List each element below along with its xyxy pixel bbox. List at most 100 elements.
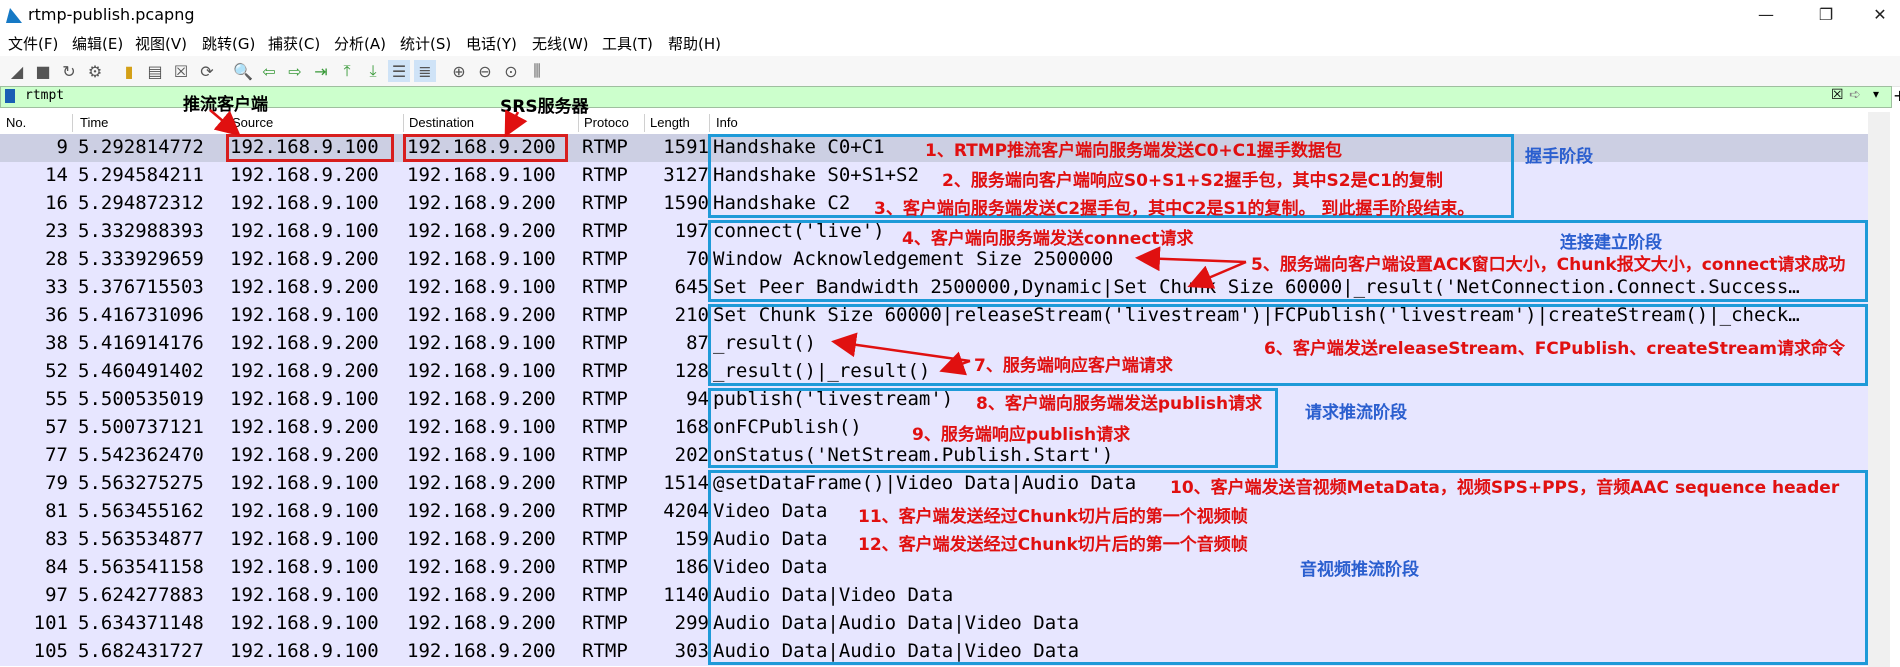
main-toolbar: ◢ ■ ↻ ⚙ ▮ ▤ ☒ ⟳ 🔍 ⇦ ⇨ ⇥ ⤒ ⤓ ☰ ≣ ⊕ ⊖ ⊙ ⫼: [0, 56, 1900, 87]
packet-source: 192.168.9.100: [230, 612, 379, 634]
menu-statistics[interactable]: 统计(S): [400, 33, 451, 54]
col-source[interactable]: Source: [232, 115, 273, 130]
col-protocol[interactable]: Protoco: [584, 115, 629, 130]
title-bar: rtmp-publish.pcapng — ❐ ✕: [0, 0, 1900, 30]
menu-wireless[interactable]: 无线(W): [532, 33, 589, 54]
packet-source: 192.168.9.100: [230, 500, 379, 522]
packet-destination: 192.168.9.200: [407, 304, 556, 326]
packet-no: 77: [45, 444, 68, 466]
packet-destination: 192.168.9.200: [407, 556, 556, 578]
go-to-packet-icon[interactable]: ⇥: [310, 60, 332, 82]
bookmark-icon[interactable]: [5, 89, 15, 103]
go-forward-icon[interactable]: ⇨: [284, 60, 306, 82]
packet-protocol: RTMP: [582, 388, 628, 410]
col-length[interactable]: Length: [650, 115, 690, 130]
start-capture-icon[interactable]: ◢: [6, 60, 28, 82]
col-divider[interactable]: [226, 114, 227, 132]
maximize-button[interactable]: ❐: [1806, 2, 1846, 28]
packet-source: 192.168.9.200: [230, 332, 379, 354]
stage-publish-label: 请求推流阶段: [1305, 403, 1407, 423]
annotation-11: 11、客户端发送经过Chunk切片后的第一个视频帧: [858, 507, 1248, 527]
col-divider[interactable]: [644, 114, 645, 132]
col-divider[interactable]: [709, 114, 710, 132]
restart-capture-icon[interactable]: ↻: [58, 60, 80, 82]
packet-destination: 192.168.9.200: [407, 640, 556, 662]
close-file-icon[interactable]: ☒: [170, 60, 192, 82]
packet-source: 192.168.9.200: [230, 444, 379, 466]
first-packet-icon[interactable]: ⤒: [336, 60, 358, 82]
display-filter-input[interactable]: rtmpt: [25, 88, 64, 103]
server-label: SRS服务器: [500, 97, 589, 117]
capture-options-icon[interactable]: ⚙: [84, 60, 106, 82]
packet-no: 52: [45, 360, 68, 382]
client-label: 推流客户端: [183, 95, 268, 115]
annotation-8: 8、客户端向服务端发送publish请求: [976, 394, 1263, 414]
vertical-scrollbar[interactable]: [1868, 112, 1890, 667]
menu-telephony[interactable]: 电话(Y): [466, 33, 517, 54]
apply-filter-icon[interactable]: ➪: [1849, 87, 1861, 103]
annotation-4: 4、客户端向服务端发送connect请求: [902, 229, 1194, 249]
go-back-icon[interactable]: ⇦: [258, 60, 280, 82]
zoom-normal-icon[interactable]: ⊙: [500, 60, 522, 82]
minimize-button[interactable]: —: [1746, 2, 1786, 28]
clear-filter-icon[interactable]: ☒: [1831, 87, 1844, 103]
packet-destination: 192.168.9.200: [407, 472, 556, 494]
resize-columns-icon[interactable]: ⫼: [526, 60, 548, 82]
packet-protocol: RTMP: [582, 472, 628, 494]
menu-view[interactable]: 视图(V): [135, 33, 187, 54]
col-info[interactable]: Info: [716, 115, 738, 130]
col-divider[interactable]: [72, 114, 73, 132]
packet-protocol: RTMP: [582, 500, 628, 522]
packet-protocol: RTMP: [582, 556, 628, 578]
menu-go[interactable]: 跳转(G): [202, 33, 255, 54]
open-file-icon[interactable]: ▮: [118, 60, 140, 82]
packet-time: 5.292814772: [78, 136, 204, 158]
packet-no: 9: [56, 136, 68, 158]
find-packet-icon[interactable]: 🔍: [232, 60, 254, 82]
menu-help[interactable]: 帮助(H): [668, 33, 721, 54]
packet-no: 23: [45, 220, 68, 242]
menu-capture[interactable]: 捕获(C): [268, 33, 320, 54]
col-divider[interactable]: [403, 114, 404, 132]
menu-file[interactable]: 文件(F): [8, 33, 58, 54]
packet-time: 5.624277883: [78, 584, 204, 606]
col-time[interactable]: Time: [80, 115, 108, 130]
annotation-2: 2、服务端向客户端响应S0+S1+S2握手包，其中S2是C1的复制: [942, 171, 1443, 191]
reload-file-icon[interactable]: ⟳: [196, 60, 218, 82]
menu-bar: 文件(F) 编辑(E) 视图(V) 跳转(G) 捕获(C) 分析(A) 统计(S…: [0, 30, 1900, 54]
packet-protocol: RTMP: [582, 164, 628, 186]
menu-tools[interactable]: 工具(T): [602, 33, 653, 54]
packet-no: 36: [45, 304, 68, 326]
annotation-10: 10、客户端发送音视频MetaData，视频SPS+PPS，音频AAC sequ…: [1170, 478, 1840, 498]
save-file-icon[interactable]: ▤: [144, 60, 166, 82]
stop-capture-icon[interactable]: ■: [32, 60, 54, 82]
colorize-icon[interactable]: ≣: [414, 60, 436, 82]
packet-no: 83: [45, 528, 68, 550]
menu-edit[interactable]: 编辑(E): [72, 33, 123, 54]
filter-dropdown-icon[interactable]: ▾: [1873, 87, 1879, 101]
last-packet-icon[interactable]: ⤓: [362, 60, 384, 82]
menu-analyze[interactable]: 分析(A): [334, 33, 386, 54]
display-filter-bar[interactable]: rtmpt ☒ ➪ ▾: [0, 86, 1892, 108]
packet-no: 55: [45, 388, 68, 410]
packet-length: 303: [674, 640, 709, 662]
add-filter-button-icon[interactable]: +: [1893, 86, 1900, 105]
packet-source: 192.168.9.100: [230, 556, 379, 578]
packet-protocol: RTMP: [582, 360, 628, 382]
packet-length: 159: [674, 528, 709, 550]
col-destination[interactable]: Destination: [409, 115, 474, 130]
zoom-out-icon[interactable]: ⊖: [474, 60, 496, 82]
close-button[interactable]: ✕: [1860, 2, 1900, 28]
packet-source: 192.168.9.100: [230, 472, 379, 494]
col-no[interactable]: No.: [6, 115, 26, 130]
packet-time: 5.416731096: [78, 304, 204, 326]
packet-protocol: RTMP: [582, 528, 628, 550]
packet-length: 645: [674, 276, 709, 298]
packet-time: 5.294584211: [78, 164, 204, 186]
packet-length: 1140: [663, 584, 709, 606]
packet-source: 192.168.9.200: [230, 360, 379, 382]
autoscroll-icon[interactable]: ☰: [388, 60, 410, 82]
packet-time: 5.333929659: [78, 248, 204, 270]
packet-protocol: RTMP: [582, 276, 628, 298]
zoom-in-icon[interactable]: ⊕: [448, 60, 470, 82]
